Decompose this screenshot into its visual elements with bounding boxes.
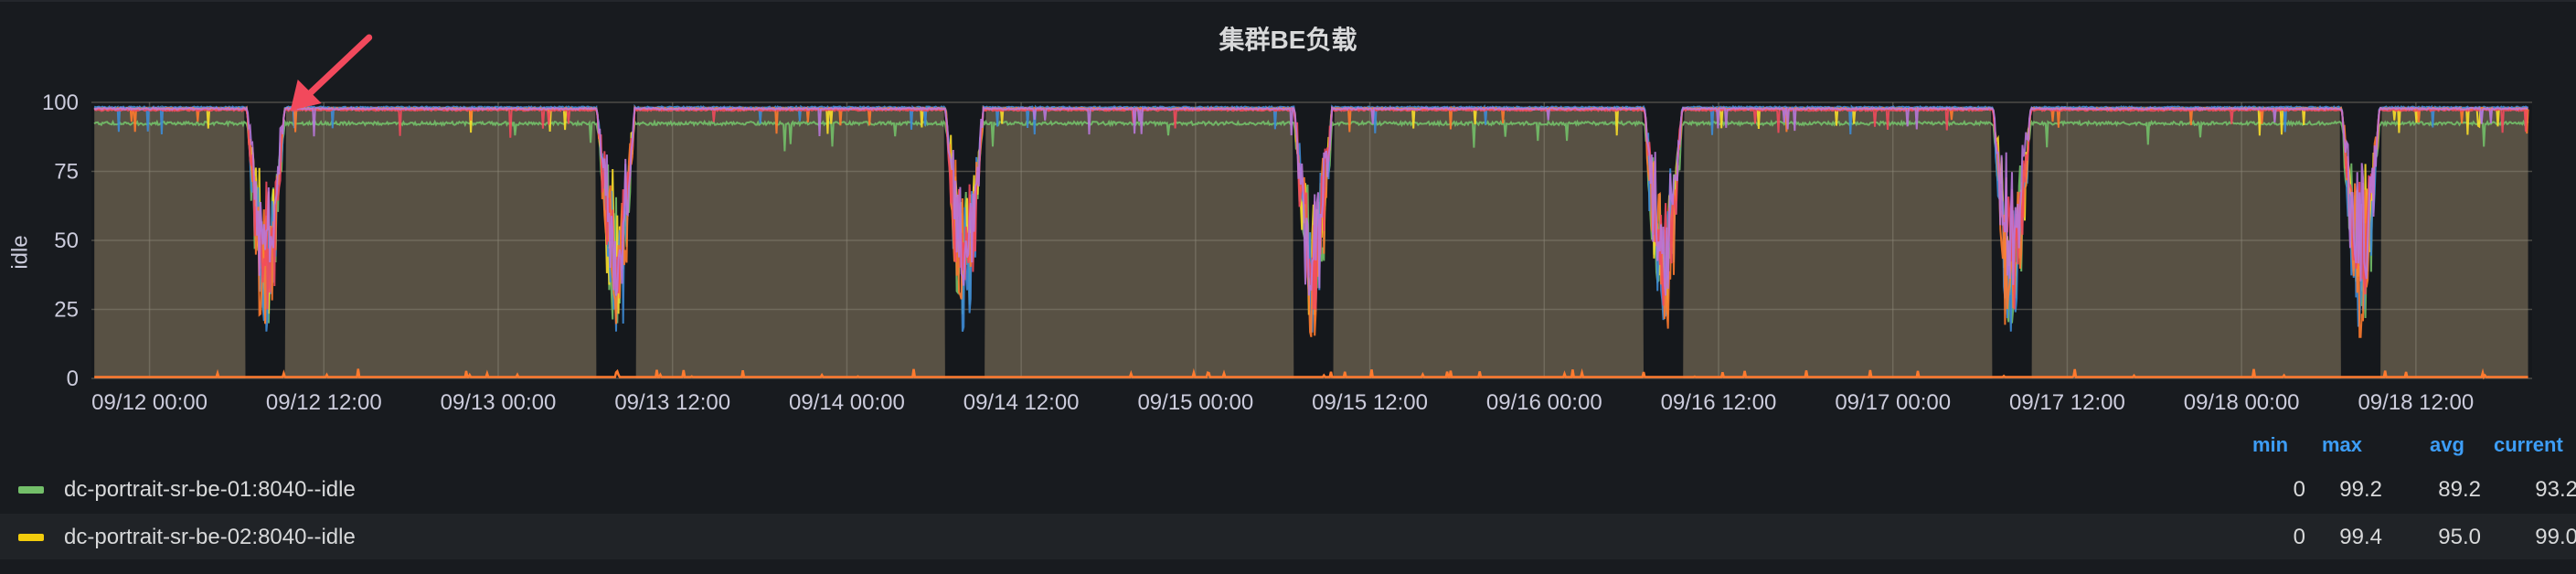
x-tick-label: 09/17 12:00	[2009, 390, 2125, 415]
x-tick-label: 09/13 00:00	[441, 390, 557, 415]
stat-max: 99.2	[2339, 477, 2382, 502]
chart-panel: 集群BE负载 idle 0 25 50 75 100 09/12 00:00 09/12 1…	[0, 0, 2576, 574]
y-tick-label: 100	[42, 90, 79, 115]
series-name[interactable]: dc-portrait-sr-be-01:8040--idle	[64, 477, 356, 503]
stat-min: 0	[2293, 477, 2305, 502]
stat-current: 99.0	[2535, 525, 2576, 549]
x-tick-label: 09/17 00:00	[1835, 390, 1951, 415]
stat-avg: 95.0	[2438, 525, 2481, 549]
x-tick-label: 09/12 00:00	[91, 390, 208, 415]
x-tick-label: 09/15 00:00	[1137, 390, 1253, 415]
stat-min: 0	[2293, 525, 2305, 549]
legend-row[interactable]: dc-portrait-sr-be-01:8040--idle 0 99.2 8…	[0, 466, 2576, 512]
x-tick-label: 09/13 12:00	[614, 390, 730, 415]
legend-header-current[interactable]: current	[2494, 433, 2563, 457]
series-color-swatch[interactable]	[18, 486, 44, 494]
x-tick-label: 09/15 12:00	[1312, 390, 1428, 415]
legend-header-avg[interactable]: avg	[2430, 433, 2464, 457]
y-tick-label: 25	[54, 298, 79, 323]
x-tick-label: 09/16 12:00	[1661, 390, 1777, 415]
stat-max: 99.4	[2339, 525, 2382, 549]
x-tick-label: 09/14 00:00	[789, 390, 905, 415]
annotation-arrow-shaft	[302, 34, 373, 101]
y-tick-label: 75	[54, 160, 79, 185]
legend-row[interactable]: dc-portrait-sr-be-02:8040--idle 0 99.4 9…	[0, 514, 2576, 559]
stat-current: 93.2	[2535, 477, 2576, 502]
series-name[interactable]: dc-portrait-sr-be-02:8040--idle	[64, 525, 356, 550]
line-chart[interactable]: 0 25 50 75 100 09/12 00:00 09/12 12:00 09/13 00…	[0, 2, 2576, 422]
y-tick-label: 0	[67, 367, 79, 391]
legend-header-min[interactable]: min	[2252, 433, 2288, 457]
series-color-swatch[interactable]	[18, 534, 44, 541]
y-tick-label: 50	[54, 229, 79, 253]
stat-avg: 89.2	[2438, 477, 2481, 502]
x-tick-label: 09/12 12:00	[266, 390, 382, 415]
x-tick-label: 09/14 12:00	[963, 390, 1080, 415]
x-tick-label: 09/18 12:00	[2358, 390, 2474, 415]
legend-header-max[interactable]: max	[2322, 433, 2362, 457]
x-tick-label: 09/18 00:00	[2184, 390, 2300, 415]
x-tick-label: 09/16 00:00	[1486, 390, 1602, 415]
